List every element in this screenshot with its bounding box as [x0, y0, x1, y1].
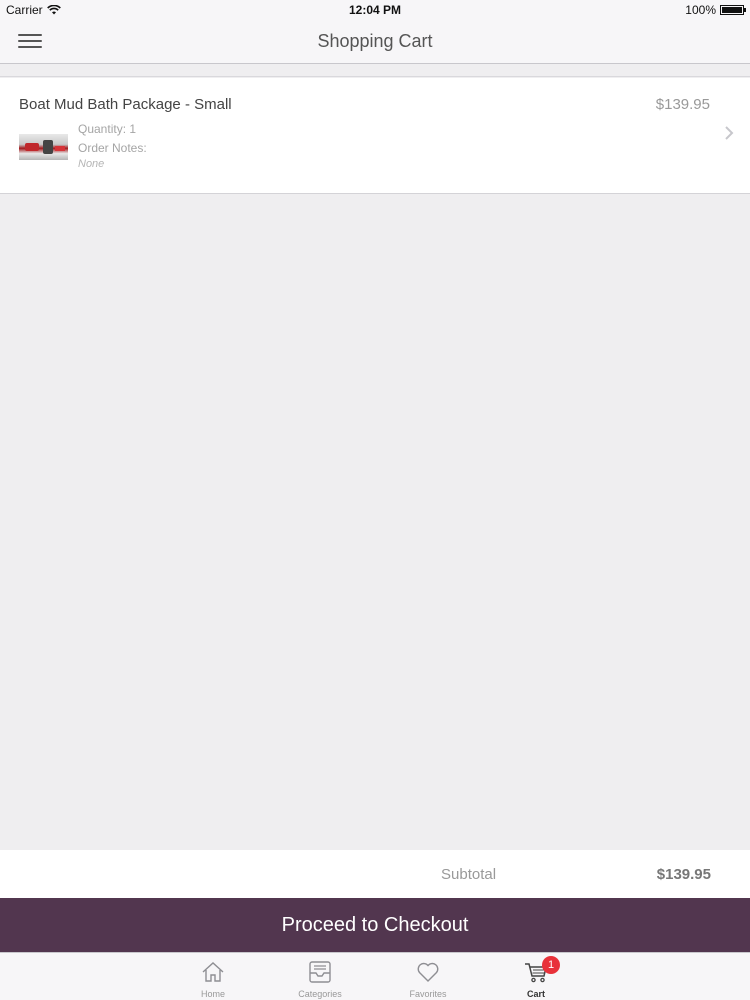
subtotal-value: $139.95: [656, 866, 711, 883]
tab-home[interactable]: Home: [168, 953, 258, 1000]
cart-item-price: $139.95: [655, 96, 710, 113]
tab-categories-label: Categories: [298, 989, 342, 999]
inbox-icon: [309, 961, 331, 983]
cart-badge: 1: [542, 956, 560, 974]
battery-percent: 100%: [685, 3, 716, 17]
cart-item[interactable]: Boat Mud Bath Package - Small $139.95 Qu…: [0, 78, 750, 194]
tab-bar: Home Categories Favorites 1 Cart: [0, 952, 750, 1000]
nav-bar: Shopping Cart: [0, 20, 750, 64]
tab-home-label: Home: [200, 989, 225, 999]
cart-item-name: Boat Mud Bath Package - Small: [19, 96, 232, 113]
subtotal-row: Subtotal $139.95: [0, 850, 750, 898]
status-bar: Carrier 12:04 PM 100%: [0, 0, 750, 20]
page-title: Shopping Cart: [317, 31, 433, 51]
status-right: 100%: [685, 3, 746, 17]
proceed-to-checkout-button[interactable]: Proceed to Checkout: [0, 898, 750, 952]
chevron-right-icon: [725, 126, 734, 140]
heart-icon: [417, 962, 439, 982]
home-icon: [202, 962, 224, 982]
subtotal-label: Subtotal: [441, 866, 497, 883]
cart-item-notes-value: None: [78, 158, 105, 170]
tab-favorites-label: Favorites: [409, 989, 447, 999]
status-time: 12:04 PM: [348, 3, 402, 17]
tab-cart-label: Cart: [526, 989, 545, 999]
cart-item-thumbnail: [19, 134, 68, 160]
tab-categories[interactable]: Categories: [275, 953, 365, 1000]
cart-item-quantity: Quantity: 1: [78, 122, 137, 136]
cart-item-notes-label: Order Notes:: [78, 141, 147, 155]
tab-favorites[interactable]: Favorites: [383, 953, 473, 1000]
content-spacer: [0, 64, 750, 77]
battery-icon: [720, 5, 746, 15]
tab-cart[interactable]: 1 Cart: [491, 953, 581, 1000]
